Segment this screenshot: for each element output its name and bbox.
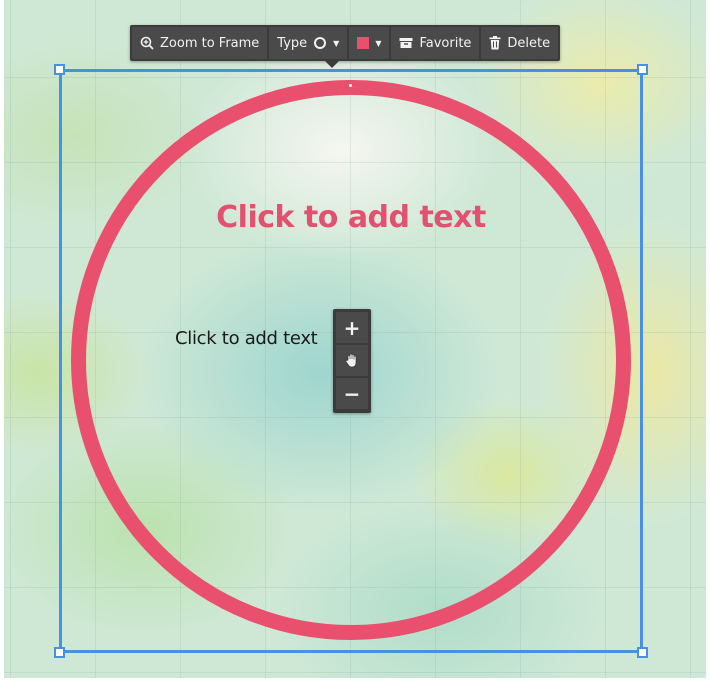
zoom-in-icon (140, 36, 154, 50)
type-label: Type (277, 35, 308, 51)
trash-icon (489, 36, 501, 50)
resize-handle-top-left[interactable] (54, 64, 65, 75)
resize-handle-top-right[interactable] (637, 64, 648, 75)
zoom-out-button[interactable]: − (336, 378, 368, 409)
delete-button[interactable]: Delete (481, 27, 559, 59)
hand-icon (344, 349, 360, 373)
pan-button[interactable] (336, 345, 368, 376)
caret-down-icon: ▼ (333, 38, 340, 48)
toolbar-pointer (325, 61, 339, 68)
shape-title-text[interactable]: Click to add text (71, 200, 631, 235)
type-dropdown-button[interactable]: Type ▼ (269, 27, 348, 59)
shape-toolbar: Zoom to Frame Type ▼ ▼ Favorite Delete (130, 25, 561, 61)
favorite-button[interactable]: Favorite (391, 27, 480, 59)
archive-box-icon (399, 37, 413, 49)
zoom-to-frame-button[interactable]: Zoom to Frame (132, 27, 268, 59)
zoom-to-frame-label: Zoom to Frame (160, 35, 260, 51)
color-swatch (357, 37, 370, 49)
caret-down-icon: ▼ (375, 38, 382, 48)
delete-label: Delete (507, 35, 551, 51)
circle-outline-icon (313, 36, 327, 50)
shape-body-text[interactable]: Click to add text (175, 328, 318, 349)
zoom-controls: + − (333, 309, 371, 413)
color-dropdown-button[interactable]: ▼ (349, 27, 390, 59)
resize-handle-bottom-left[interactable] (54, 647, 65, 658)
resize-handle-bottom-right[interactable] (637, 647, 648, 658)
zoom-in-button[interactable]: + (336, 312, 368, 343)
favorite-label: Favorite (419, 35, 472, 51)
